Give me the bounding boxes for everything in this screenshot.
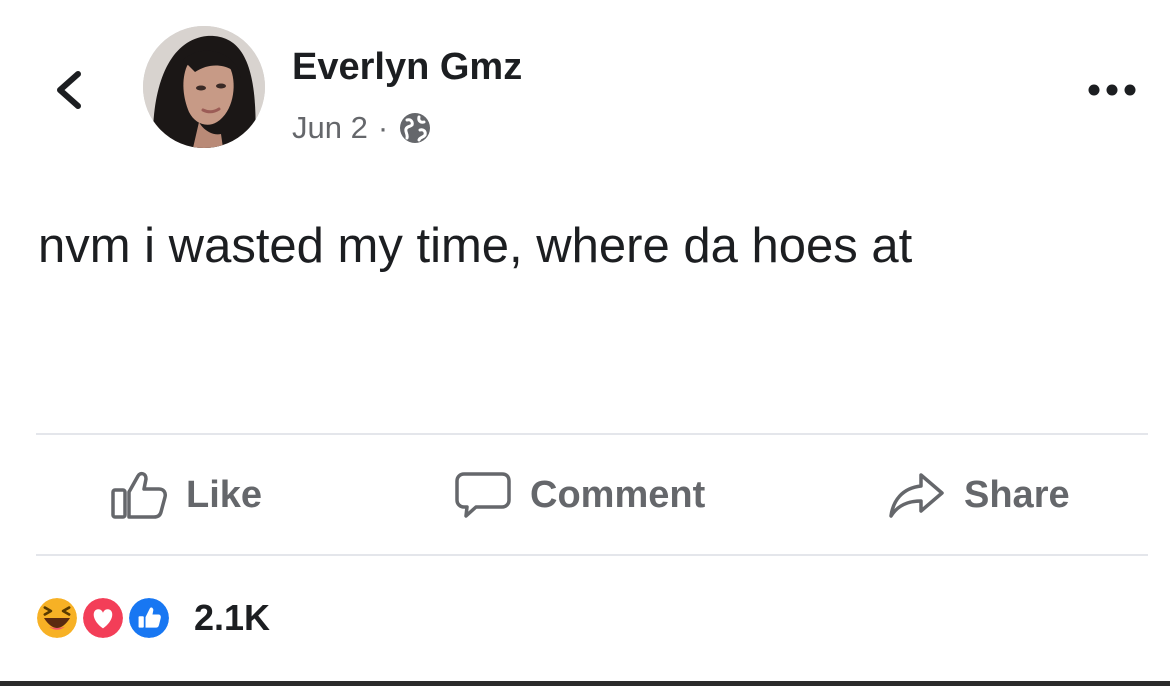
screenshot-bottom-edge [0, 681, 1170, 686]
avatar[interactable] [143, 26, 265, 148]
action-bar-bottom-divider [36, 554, 1148, 556]
meta-separator: · [377, 110, 389, 145]
like-label: Like [186, 473, 263, 516]
author-name[interactable]: Everlyn Gmz [292, 46, 522, 89]
action-bar-top-divider [36, 433, 1148, 435]
reaction-icons [34, 593, 184, 643]
share-arrow-icon [889, 473, 944, 518]
action-bar: Like Comment Share [36, 436, 1148, 554]
back-button[interactable] [46, 66, 94, 114]
reaction-count: 2.1K [194, 597, 271, 638]
haha-reaction-icon [34, 595, 80, 641]
post-meta: Jun 2 · [292, 108, 432, 148]
like-button[interactable]: Like [110, 471, 263, 519]
post-text: nvm i wasted my time, where da hoes at [38, 219, 913, 273]
comment-label: Comment [530, 473, 706, 516]
comment-button[interactable]: Comment [454, 472, 705, 518]
more-dots-icon [1088, 84, 1136, 96]
share-label: Share [964, 473, 1070, 516]
love-reaction-icon [80, 595, 126, 641]
more-options-button[interactable] [1084, 72, 1140, 108]
thumbs-up-icon [111, 471, 167, 519]
profile-photo [143, 26, 265, 148]
comment-bubble-icon [455, 472, 511, 518]
share-button[interactable]: Share [888, 472, 1070, 518]
globe-icon[interactable] [398, 111, 432, 145]
post-date[interactable]: Jun 2 [292, 110, 368, 146]
reactions-summary[interactable]: 2.1K [34, 593, 270, 643]
like-reaction-icon [126, 595, 172, 641]
chevron-left-icon [57, 71, 81, 109]
